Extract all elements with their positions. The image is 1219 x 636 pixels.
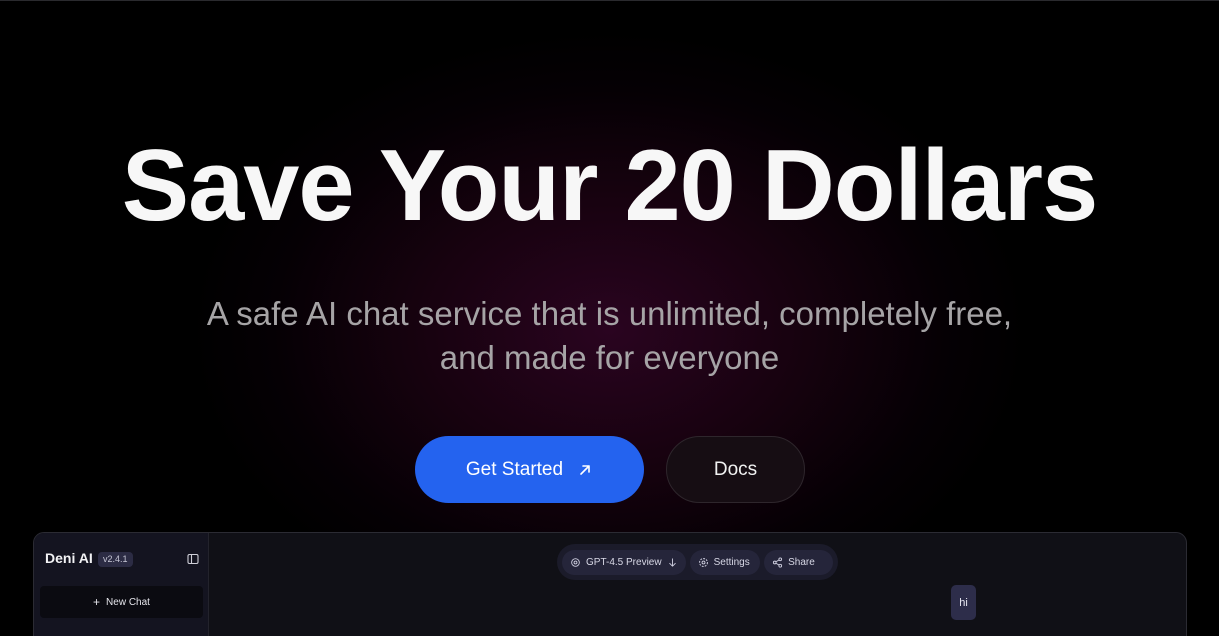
- get-started-label: Get Started: [465, 458, 564, 480]
- new-chat-button[interactable]: + New Chat: [40, 586, 203, 618]
- chat-toolbar: GPT-4.5 Preview Settings Share: [557, 544, 838, 580]
- sidebar: Deni AI v2.4.1 + New Chat: [34, 533, 209, 636]
- hero-subtitle-line-1: A safe AI chat service that is unlimited…: [206, 295, 1013, 332]
- hero-title: Save Your 20 Dollars: [121, 130, 1099, 242]
- share-button[interactable]: Share: [764, 549, 833, 575]
- hero-subtitle-line-2: and made for everyone: [439, 339, 780, 376]
- share-label: Share: [788, 556, 815, 568]
- settings-label: Settings: [713, 556, 750, 568]
- brand-name: Deni AI: [45, 550, 93, 566]
- openai-icon: [571, 557, 580, 567]
- arrow-down-icon: [668, 557, 676, 567]
- user-message: hi: [951, 585, 976, 620]
- plus-icon: +: [93, 595, 101, 609]
- model-label: GPT-4.5 Preview: [586, 556, 662, 568]
- settings-button[interactable]: Settings: [689, 549, 761, 575]
- docs-button[interactable]: Docs: [666, 436, 805, 503]
- gear-icon: [698, 557, 708, 567]
- sidebar-toggle-icon[interactable]: [187, 553, 199, 565]
- arrow-up-right-icon: [580, 464, 590, 475]
- version-badge: v2.4.1: [98, 552, 133, 567]
- top-divider: [0, 0, 1219, 1]
- app-preview: Deni AI v2.4.1 + New Chat GPT-4.5 Previe…: [33, 532, 1187, 636]
- get-started-button[interactable]: Get Started: [415, 436, 644, 503]
- share-icon: [773, 556, 783, 568]
- model-selector[interactable]: GPT-4.5 Preview: [562, 549, 686, 575]
- hero-subtitle: A safe AI chat service that is unlimited…: [0, 292, 1219, 380]
- new-chat-label: New Chat: [106, 596, 150, 608]
- landing-page: Save Your 20 Dollars A safe AI chat serv…: [0, 0, 1219, 636]
- docs-label: Docs: [713, 458, 758, 480]
